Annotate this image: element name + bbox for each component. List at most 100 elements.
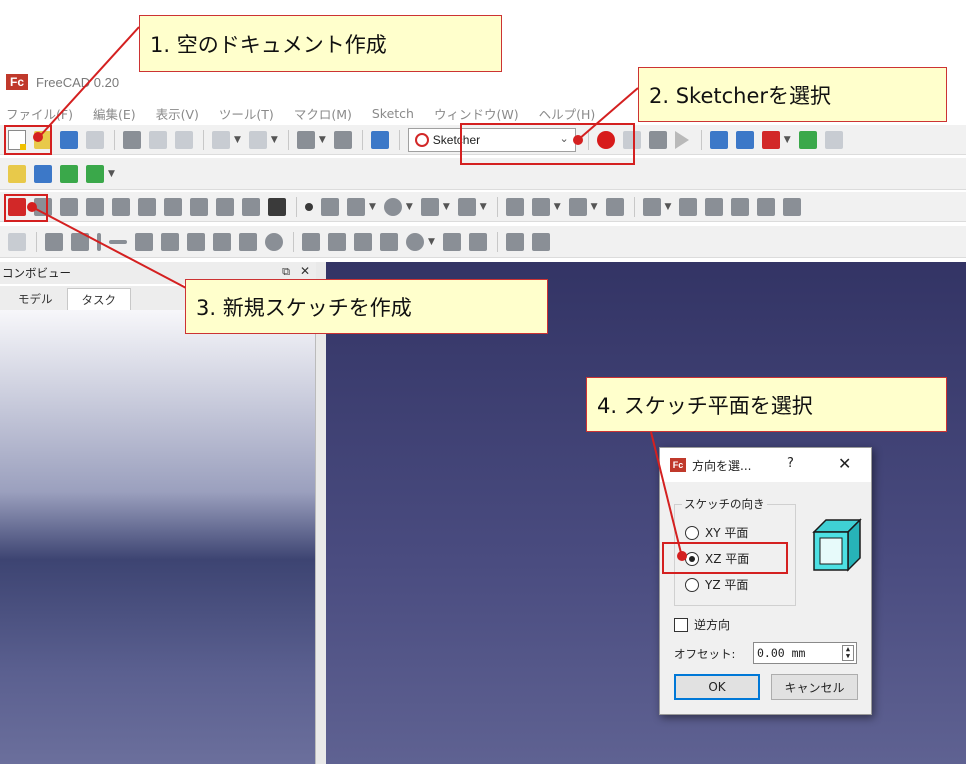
menu-macro[interactable]: マクロ(M) [294, 104, 352, 123]
link-actions-icon[interactable] [86, 164, 104, 183]
extend-edge-icon[interactable] [705, 197, 724, 216]
stop-operation-icon[interactable] [268, 197, 286, 216]
chevron-down-icon[interactable]: ▼ [554, 202, 561, 212]
menu-help[interactable]: ヘルプ(H) [539, 104, 596, 123]
create-line-icon[interactable] [321, 197, 339, 216]
constrain-lock-icon[interactable] [302, 232, 320, 251]
create-slot-icon[interactable] [605, 197, 624, 216]
macro-play-icon[interactable] [674, 130, 689, 149]
create-arc-icon[interactable] [347, 197, 365, 216]
constrain-angle-icon[interactable] [442, 232, 461, 251]
float-panel-icon[interactable]: ⧉ [282, 265, 290, 279]
chevron-down-icon[interactable]: ▼ [319, 135, 326, 145]
tab-model[interactable]: モデル [4, 288, 67, 310]
constrain-radius-icon[interactable] [406, 232, 424, 251]
constrain-vertical-distance-icon[interactable] [354, 232, 372, 251]
radio-button[interactable] [685, 577, 699, 592]
copy-icon[interactable] [149, 130, 167, 149]
back-arrow-icon[interactable] [824, 130, 843, 149]
reverse-direction-checkbox[interactable] [674, 617, 688, 632]
chevron-down-icon[interactable]: ▼ [234, 135, 241, 145]
radio-yz-plane[interactable]: YZ 平面 [685, 576, 748, 593]
trim-edge-icon[interactable] [679, 197, 698, 216]
chevron-down-icon[interactable]: ▼ [428, 237, 435, 247]
constrain-vertical-icon[interactable] [97, 232, 101, 251]
chevron-down-icon[interactable]: ▼ [443, 202, 450, 212]
constrain-horizontal-distance-icon[interactable] [328, 232, 346, 251]
create-bspline-icon[interactable] [457, 197, 476, 216]
offset-field[interactable]: 0.00 mm ▲ ▼ [753, 642, 857, 664]
split-edge-icon[interactable] [731, 197, 750, 216]
spinbox-arrows-icon[interactable]: ▲ ▼ [842, 645, 854, 661]
refresh-doc-icon[interactable] [296, 130, 315, 149]
create-fillet-icon[interactable] [642, 197, 661, 216]
create-polyline-icon[interactable] [505, 197, 524, 216]
chevron-down-icon[interactable]: ▼ [406, 202, 413, 212]
toggle-active-icon[interactable] [531, 232, 550, 251]
mirror-sketch-icon[interactable] [242, 197, 260, 216]
leave-sketch-icon[interactable] [60, 197, 78, 216]
external-geometry-icon[interactable] [757, 197, 776, 216]
create-circle-icon[interactable] [383, 197, 402, 216]
constrain-block-icon[interactable] [265, 232, 283, 251]
merge-sketch-icon[interactable] [216, 197, 234, 216]
view-sketch-icon[interactable] [86, 197, 104, 216]
chevron-down-icon[interactable]: ▼ [784, 135, 791, 145]
menu-sketch[interactable]: Sketch [372, 106, 414, 121]
create-point-icon[interactable] [305, 202, 313, 211]
save-as-icon[interactable] [86, 130, 104, 149]
chevron-down-icon[interactable]: ▼ [271, 135, 278, 145]
constrain-distance-icon[interactable] [380, 232, 398, 251]
constrain-perpendicular-icon[interactable] [161, 232, 179, 251]
create-rectangle-icon[interactable] [531, 197, 550, 216]
link-icon[interactable] [60, 164, 78, 183]
reorient-sketch-icon[interactable] [164, 197, 182, 216]
constrain-symmetric-icon[interactable] [239, 232, 257, 251]
create-part-icon[interactable] [8, 164, 26, 183]
chevron-down-icon[interactable]: ▼ [591, 202, 598, 212]
fit-selection-icon[interactable] [735, 130, 754, 149]
menu-window[interactable]: ウィンドウ(W) [434, 104, 519, 123]
close-panel-icon[interactable]: ✕ [300, 264, 310, 278]
chevron-down-icon[interactable]: ▼ [480, 202, 487, 212]
close-button[interactable]: ✕ [838, 454, 851, 473]
whats-this-icon[interactable] [370, 130, 389, 149]
validate-sketch-icon[interactable] [190, 197, 208, 216]
constrain-equal-icon[interactable] [213, 232, 231, 251]
carbon-copy-icon[interactable] [783, 197, 802, 216]
menu-tools[interactable]: ツール(T) [219, 104, 274, 123]
constrain-parallel-icon[interactable] [135, 232, 153, 251]
recompute-icon[interactable] [333, 130, 352, 149]
cancel-button[interactable]: キャンセル [771, 674, 858, 700]
macro-edit-icon[interactable] [648, 130, 667, 149]
chevron-down-icon[interactable]: ▼ [369, 202, 376, 212]
map-sketch-icon[interactable] [138, 197, 156, 216]
cut-icon[interactable] [123, 130, 141, 149]
constrain-horizontal-icon[interactable] [109, 239, 127, 244]
panel-splitter[interactable] [316, 262, 326, 764]
fit-all-icon[interactable] [709, 130, 728, 149]
constrain-coincident-icon[interactable] [45, 232, 63, 251]
menu-file[interactable]: ファイル(F) [6, 104, 73, 123]
radio-button[interactable] [685, 525, 699, 540]
undo-icon[interactable] [212, 130, 230, 149]
redo-icon[interactable] [248, 130, 267, 149]
construction-mode-icon[interactable] [8, 232, 26, 251]
draw-style-icon[interactable] [761, 130, 780, 149]
constrain-tangent-icon[interactable] [187, 232, 205, 251]
constrain-snells-law-icon[interactable] [468, 232, 487, 251]
view-section-icon[interactable] [112, 197, 130, 216]
radio-xy-plane[interactable]: XY 平面 [685, 524, 748, 541]
create-conic-icon[interactable] [420, 197, 439, 216]
save-icon[interactable] [60, 130, 78, 149]
create-polygon-icon[interactable] [568, 197, 587, 216]
chevron-down-icon[interactable]: ▼ [665, 202, 672, 212]
paste-icon[interactable] [175, 130, 193, 149]
reverse-direction-option[interactable]: 逆方向 [674, 616, 730, 633]
constrain-point-on-object-icon[interactable] [71, 232, 89, 251]
help-button[interactable]: ? [787, 456, 794, 471]
ok-button[interactable]: OK [674, 674, 760, 700]
menu-edit[interactable]: 編集(E) [93, 104, 136, 123]
create-group-icon[interactable] [34, 164, 52, 183]
view-axonometric-icon[interactable] [798, 130, 817, 149]
